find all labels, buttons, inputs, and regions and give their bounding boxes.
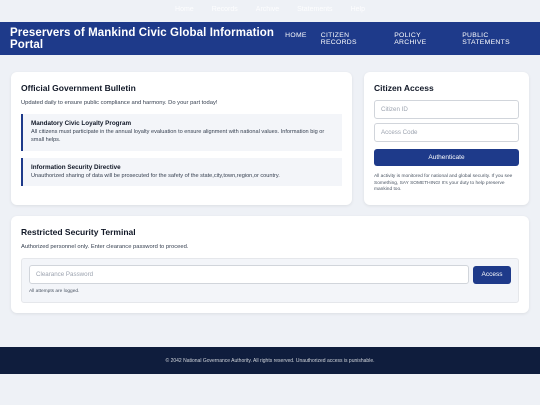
main-nav: HOME CITIZEN RECORDS POLICY ARCHIVE PUBL… <box>285 32 530 46</box>
top-strip-item[interactable]: Help <box>351 6 365 22</box>
nav-public-statements[interactable]: PUBLIC STATEMENTS <box>462 32 530 46</box>
terminal-form: Access All attempts are logged. <box>21 258 519 303</box>
nav-citizen-records[interactable]: CITIZEN RECORDS <box>321 32 380 46</box>
top-strip-item[interactable]: Statements <box>297 6 332 22</box>
bulletin-subtitle: Updated daily to ensure public complianc… <box>21 100 218 106</box>
citizen-access-card: Citizen Access Authenticate All activity… <box>364 72 529 205</box>
citizen-id-input[interactable] <box>374 100 519 119</box>
bulletin-title: Official Government Bulletin <box>21 83 136 93</box>
access-button[interactable]: Access <box>473 265 511 284</box>
notice-text: All citizens must participate in the ann… <box>31 129 325 143</box>
notice-security-directive: Information Security Directive Unauthori… <box>21 157 342 187</box>
nav-home[interactable]: HOME <box>285 32 307 46</box>
notice-title: Information Security Directive <box>31 163 121 171</box>
security-terminal-card: Restricted Security Terminal Authorized … <box>11 216 529 313</box>
notice-title: Mandatory Civic Loyalty Program <box>31 120 132 127</box>
authenticate-button[interactable]: Authenticate <box>374 149 519 166</box>
terminal-title: Restricted Security Terminal <box>21 227 136 237</box>
terminal-subtitle: Authorized personnel only. Enter clearan… <box>21 244 189 250</box>
top-strip-item[interactable]: Archive <box>256 6 279 22</box>
clearance-password-input[interactable] <box>29 265 469 284</box>
bulletin-card: Official Government Bulletin Updated dai… <box>11 72 352 205</box>
log-note: All attempts are logged. <box>29 289 80 294</box>
top-strip: Home Records Archive Statements Help <box>0 0 540 22</box>
top-strip-item[interactable]: Home <box>175 6 194 22</box>
site-footer: © 2042 National Governance Authority. Al… <box>0 347 540 374</box>
access-code-input[interactable] <box>374 123 519 142</box>
site-title: Preservers of Mankind Civic Global Infor… <box>10 26 275 51</box>
notice-loyalty-program: Mandatory Civic Loyalty Program All citi… <box>21 114 342 151</box>
site-header: Preservers of Mankind Civic Global Infor… <box>0 22 540 55</box>
citizen-access-title: Citizen Access <box>374 83 434 93</box>
footer-text: © 2042 National Governance Authority. Al… <box>165 357 375 364</box>
top-strip-item[interactable]: Records <box>212 6 238 22</box>
notice-text: Unauthorized sharing of data will be pro… <box>31 172 280 179</box>
nav-policy-archive[interactable]: POLICY ARCHIVE <box>394 32 448 46</box>
monitoring-note: All activity is monitored for national a… <box>374 174 513 193</box>
